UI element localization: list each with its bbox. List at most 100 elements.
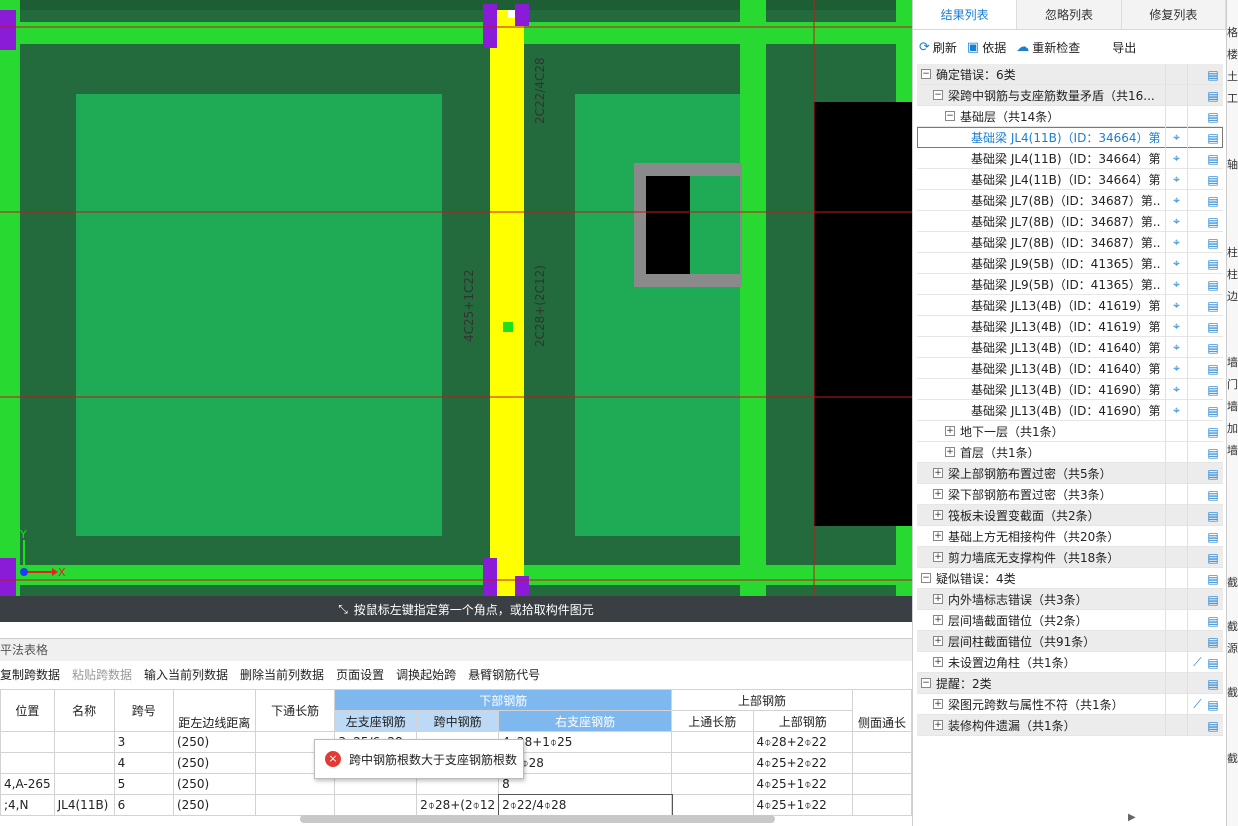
locate-icon[interactable]: ⌖ (1165, 127, 1187, 148)
tree-row[interactable]: 基础梁 JL7(8B)（ID：34687）第... ⌖ ▤ (917, 232, 1223, 253)
tab-2[interactable]: 修复列表 (1122, 0, 1226, 29)
collapse-icon[interactable]: − (921, 69, 931, 79)
detail-doc-icon[interactable]: ▤ (1203, 169, 1223, 190)
cell-dist[interactable]: (250) (172, 794, 256, 816)
cell-span[interactable]: 6 (113, 794, 174, 816)
detail-doc-icon[interactable]: ▤ (1203, 421, 1223, 442)
tree-row[interactable]: + 基础上方无相接构件（共20条） ▤ (917, 526, 1223, 547)
detail-doc-icon[interactable]: ▤ (1203, 568, 1223, 589)
tree-row[interactable]: 基础梁 JL13(4B)（ID：41640）第... ⌖ ▤ (917, 337, 1223, 358)
expand-icon[interactable]: + (933, 699, 943, 709)
locate-icon[interactable]: ⌖ (1165, 148, 1187, 169)
cell-side[interactable] (852, 794, 912, 816)
detail-doc-icon[interactable]: ▤ (1203, 652, 1223, 673)
detail-doc-icon[interactable]: ▤ (1203, 106, 1223, 127)
detail-doc-icon[interactable]: ▤ (1203, 85, 1223, 106)
cell-side[interactable] (852, 731, 912, 753)
cell-top[interactable]: 4⌽25+1⌽22 (752, 794, 854, 816)
expand-icon[interactable]: + (933, 510, 943, 520)
detail-doc-icon[interactable]: ▤ (1203, 295, 1223, 316)
locate-icon[interactable]: ⌖ (1165, 379, 1187, 400)
cell-side[interactable] (852, 773, 912, 795)
cell-span[interactable]: 5 (113, 773, 174, 795)
detail-doc-icon[interactable]: ▤ (1203, 484, 1223, 505)
detail-doc-icon[interactable]: ▤ (1203, 190, 1223, 211)
cell-top_through[interactable] (671, 773, 754, 795)
tree-row[interactable]: 基础梁 JL13(4B)（ID：41619）第... ⌖ ▤ (917, 316, 1223, 337)
cell-name[interactable] (53, 752, 115, 774)
expand-icon[interactable]: + (933, 552, 943, 562)
locate-icon[interactable]: ⌖ (1165, 358, 1187, 379)
tree-row[interactable]: − 提醒：2类 ▤ (917, 673, 1223, 694)
locate-icon[interactable]: ⌖ (1165, 169, 1187, 190)
tree-row[interactable]: + 梁上部钢筋布置过密（共5条） ▤ (917, 463, 1223, 484)
cell-through[interactable] (254, 794, 336, 816)
detail-doc-icon[interactable]: ▤ (1203, 631, 1223, 652)
cell-name[interactable]: JL4(11B) (53, 794, 115, 816)
collapse-icon[interactable]: − (921, 678, 931, 688)
tree-row[interactable]: + 层间柱截面错位（共91条） ▤ (917, 631, 1223, 652)
tree-row[interactable]: + 筏板未设置变截面（共2条） ▤ (917, 505, 1223, 526)
cell-top_through[interactable] (671, 752, 754, 774)
tree-row[interactable]: + 剪力墙底无支撑构件（共18条） ▤ (917, 547, 1223, 568)
cell-side[interactable] (852, 752, 912, 774)
detail-doc-icon[interactable]: ▤ (1203, 589, 1223, 610)
table-tool-1[interactable]: 粘贴跨数据 (72, 666, 132, 683)
scroll-right-arrow-icon[interactable]: ▶ (1128, 812, 1136, 823)
tree-row[interactable]: 基础梁 JL13(4B)（ID：41690）第... ⌖ ▤ (917, 400, 1223, 421)
tree-row[interactable]: 基础梁 JL7(8B)（ID：34687）第... ⌖ ▤ (917, 190, 1223, 211)
detail-doc-icon[interactable]: ▤ (1203, 400, 1223, 421)
expand-icon[interactable]: + (945, 426, 955, 436)
locate-icon[interactable]: ⌖ (1165, 316, 1187, 337)
detail-doc-icon[interactable]: ▤ (1203, 610, 1223, 631)
cell-left[interactable] (334, 794, 418, 816)
detail-doc-icon[interactable]: ▤ (1203, 127, 1223, 148)
detail-doc-icon[interactable]: ▤ (1203, 274, 1223, 295)
tree-row[interactable]: + 梁图元跨数与属性不符（共1条） ⟋ ▤ (917, 694, 1223, 715)
expand-icon[interactable]: + (933, 594, 943, 604)
expand-icon[interactable]: + (945, 447, 955, 457)
tree-row[interactable]: + 梁下部钢筋布置过密（共3条） ▤ (917, 484, 1223, 505)
basis-button[interactable]: ▣ 依据 (967, 39, 1006, 56)
detail-doc-icon[interactable]: ▤ (1203, 673, 1223, 694)
locate-icon[interactable]: ⌖ (1165, 274, 1187, 295)
locate-icon[interactable]: ⌖ (1165, 232, 1187, 253)
expand-icon[interactable]: + (933, 636, 943, 646)
cell-dist[interactable]: (250) (172, 731, 256, 753)
detail-doc-icon[interactable]: ▤ (1203, 379, 1223, 400)
detail-doc-icon[interactable]: ▤ (1203, 505, 1223, 526)
detail-doc-icon[interactable]: ▤ (1203, 211, 1223, 232)
locate-icon[interactable]: ⌖ (1165, 295, 1187, 316)
cell-name[interactable] (53, 731, 115, 753)
cell-name[interactable] (53, 773, 115, 795)
cell-top_through[interactable] (671, 731, 754, 753)
cell-right[interactable]: 5/6⌽28 (498, 752, 673, 774)
tree-row[interactable]: 基础梁 JL4(11B)（ID：34664）第... ⌖ ▤ (917, 169, 1223, 190)
cell-pos[interactable] (0, 752, 55, 774)
locate-icon[interactable]: ⌖ (1165, 190, 1187, 211)
detail-doc-icon[interactable]: ▤ (1203, 526, 1223, 547)
detail-doc-icon[interactable]: ▤ (1203, 547, 1223, 568)
tree-row[interactable]: − 梁跨中钢筋与支座筋数量矛盾（共16... ▤ (917, 85, 1223, 106)
detail-doc-icon[interactable]: ▤ (1203, 316, 1223, 337)
table-tool-3[interactable]: 删除当前列数据 (240, 666, 324, 683)
cell-dist[interactable]: (250) (172, 773, 256, 795)
detail-doc-icon[interactable]: ▤ (1203, 148, 1223, 169)
detail-doc-icon[interactable]: ▤ (1203, 253, 1223, 274)
cell-mid[interactable]: 2⌽28+(2⌽12 (416, 794, 500, 816)
locate-icon[interactable]: ⌖ (1165, 211, 1187, 232)
table-tool-4[interactable]: 页面设置 (336, 666, 384, 683)
cell-top_through[interactable] (671, 794, 754, 816)
horizontal-scrollbar[interactable] (300, 815, 775, 823)
tree-row[interactable]: + 首层（共1条） ▤ (917, 442, 1223, 463)
cell-top[interactable]: 4⌽28+2⌽22 (752, 731, 854, 753)
tree-row[interactable]: + 内外墙标志错误（共3条） ▤ (917, 589, 1223, 610)
refresh-button[interactable]: ⟳ 刷新 (919, 39, 957, 56)
cell-top[interactable]: 4⌽25+2⌽22 (752, 752, 854, 774)
expand-icon[interactable]: + (933, 468, 943, 478)
cell-right[interactable]: 4⌽28+1⌽25 (498, 731, 673, 753)
cell-pos[interactable] (0, 731, 55, 753)
detail-doc-icon[interactable]: ▤ (1203, 337, 1223, 358)
cad-canvas[interactable]: 4C25+1C22 2C22/4C28 2C28+(2C12) Y X ⤡ 按鼠… (0, 0, 912, 622)
tree-row[interactable]: 基础梁 JL9(5B)（ID：41365）第... ⌖ ▤ (917, 253, 1223, 274)
